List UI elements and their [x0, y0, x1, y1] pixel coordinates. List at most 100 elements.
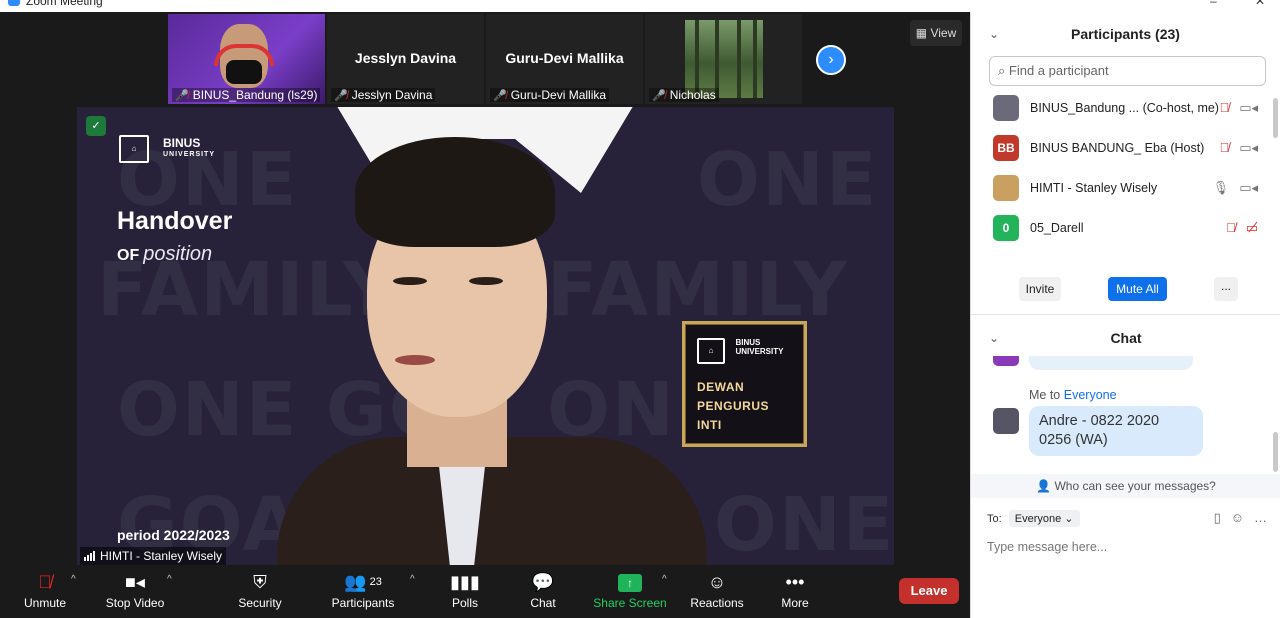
thumbnail-label: 🎤̸ Jesslyn Davina: [331, 88, 436, 102]
avatar: [993, 408, 1019, 434]
collapse-chevron-icon[interactable]: ⌄: [989, 316, 999, 360]
participant-thumbnail[interactable]: 🎤̸ Nicholas: [645, 14, 802, 104]
participant-row[interactable]: BINUS_Bandung ... (Co-host, me) 🎙̸ ▭◂: [971, 88, 1280, 128]
participants-count: 23: [369, 576, 382, 588]
chat-button[interactable]: 💬 Chat: [498, 568, 588, 610]
participant-actions: Invite Mute All ...: [971, 277, 1280, 307]
mic-muted-icon: 🎙̸: [38, 572, 52, 592]
next-page-button[interactable]: ›: [816, 45, 846, 75]
file-icon[interactable]: ▯: [1214, 510, 1221, 526]
speaker-eye: [393, 277, 427, 285]
mic-on-icon: 🎙: [1212, 180, 1230, 195]
participants-icon: 👥 23: [344, 572, 382, 592]
more-dots-icon: •••: [785, 572, 805, 592]
leave-button[interactable]: Leave: [899, 578, 959, 604]
chat-message: Andre - 0822 2020 0256 (WA): [1029, 406, 1203, 456]
background-text: ONE: [697, 137, 879, 223]
dewan-pengurus-inti-card: ⌂ BINUS UNIVERSITY DEWAN PENGURUS INTI: [682, 321, 807, 447]
unmute-button[interactable]: 🎙̸ Unmute: [0, 568, 90, 610]
more-button[interactable]: ••• More: [750, 568, 840, 610]
mic-muted-icon: 🎙̸: [1225, 220, 1236, 235]
thumbnail-label: 🎤̸ Nicholas: [649, 88, 719, 102]
thumbnail-strip: 🎤̸ BINUS_Bandung (ls29) Jesslyn Davina 🎤…: [168, 14, 802, 104]
recipient-dropdown[interactable]: Everyone ⌄: [1008, 510, 1080, 527]
participants-title: Participants (23): [1071, 26, 1180, 42]
divider: [971, 314, 1280, 315]
participant-name: HIMTI - Stanley Wisely: [1030, 181, 1158, 195]
reactions-button[interactable]: ☺ Reactions: [672, 568, 762, 610]
speaker-hair: [355, 137, 555, 247]
video-camera-icon: ▭◂: [1239, 180, 1258, 195]
card-line: DEWAN: [697, 380, 745, 394]
participant-row[interactable]: BB BINUS BANDUNG_ Eba (Host) 🎙̸ ▭◂: [971, 128, 1280, 168]
chat-scrollbar[interactable]: [1273, 432, 1278, 472]
grid-view-icon: ▦: [915, 26, 928, 40]
polls-button[interactable]: ▮▮▮ Polls: [420, 568, 510, 610]
avatar: BB: [993, 135, 1019, 161]
participant-thumbnail[interactable]: 🎤̸ BINUS_Bandung (ls29): [168, 14, 325, 104]
recipient-row: To: Everyone ⌄ ▯ ☺ …: [987, 510, 1267, 527]
speaker-name: HIMTI - Stanley Wisely: [100, 549, 223, 563]
participants-more-button[interactable]: ...: [1214, 277, 1238, 301]
search-icon: ⌕: [998, 63, 1006, 78]
collapse-chevron-icon[interactable]: ⌄: [989, 12, 999, 56]
meeting-stage: 🎤̸ BINUS_Bandung (ls29) Jesslyn Davina 🎤…: [0, 12, 970, 618]
video-options-caret[interactable]: ^: [167, 574, 172, 585]
emoji-icon[interactable]: ☺: [1231, 510, 1244, 526]
participants-button[interactable]: 👥 23 Participants: [318, 568, 408, 610]
avatar: 0: [993, 215, 1019, 241]
title-bar: Zoom Meeting – ✕: [0, 0, 1280, 12]
participants-scrollbar[interactable]: [1273, 98, 1278, 138]
shield-icon: ⛨: [253, 572, 267, 592]
search-placeholder: Find a participant: [1008, 63, 1109, 78]
participants-options-caret[interactable]: ^: [410, 574, 415, 585]
period-text: period 2022/2023: [117, 527, 230, 543]
participant-status-icons: 🎙 ▭◂: [1213, 180, 1258, 196]
who-can-see-label: Who can see your messages?: [1054, 479, 1216, 493]
share-screen-label: Share Screen: [593, 596, 667, 610]
message-meta: Me to Everyone: [1029, 388, 1117, 402]
audio-options-caret[interactable]: ^: [71, 574, 76, 585]
participant-thumbnail[interactable]: Guru-Devi Mallika 🎤̸ Guru-Devi Mallika: [486, 14, 643, 104]
participant-row[interactable]: 0 05_Darell 🎙̸ ▭̸: [971, 208, 1280, 248]
participant-search-input[interactable]: ⌕ Find a participant: [989, 56, 1266, 86]
himti-logo: ⌂: [119, 135, 149, 163]
mic-muted-icon: 🎤̸: [652, 89, 666, 102]
card-line: INTI: [697, 418, 722, 432]
share-options-caret[interactable]: ^: [662, 574, 667, 585]
polls-label: Polls: [451, 596, 478, 610]
chevron-right-icon: ›: [828, 51, 834, 68]
participant-display-name: Guru-Devi Mallika: [505, 50, 624, 66]
binus-logo-text: BINUS: [163, 136, 201, 150]
participant-row[interactable]: HIMTI - Stanley Wisely 🎙 ▭◂: [971, 168, 1280, 208]
invite-button[interactable]: Invite: [1019, 277, 1061, 301]
close-button[interactable]: ✕: [1255, 0, 1265, 8]
subheading-position: position: [143, 243, 213, 265]
participant-video: [685, 20, 763, 98]
who-can-see-link[interactable]: 👤 Who can see your messages?: [971, 474, 1280, 498]
chat-tools: ▯ ☺ …: [1214, 510, 1267, 526]
participant-name: BINUS BANDUNG_ Eba (Host): [1030, 141, 1205, 155]
encryption-shield-icon: ✓: [86, 116, 106, 136]
security-button[interactable]: ⛨ Security: [215, 568, 305, 610]
thumbnail-label: 🎤̸ Guru-Devi Mallika: [490, 88, 610, 102]
mute-all-button[interactable]: Mute All: [1108, 277, 1167, 301]
share-screen-icon: ↑: [618, 574, 642, 593]
view-button[interactable]: ▦ View: [910, 20, 962, 46]
chat-bubble-icon: 💬: [531, 572, 555, 592]
participant-thumbnail[interactable]: Jesslyn Davina 🎤̸ Jesslyn Davina: [327, 14, 484, 104]
minimize-button[interactable]: –: [1210, 0, 1217, 8]
signal-bars-icon: [84, 551, 95, 561]
unmute-label: Unmute: [23, 596, 67, 610]
card-title: DEWAN PENGURUS INTI: [697, 378, 792, 435]
view-label: View: [930, 26, 957, 40]
stop-video-label: Stop Video: [105, 596, 165, 610]
more-dots-icon[interactable]: …: [1254, 510, 1267, 526]
message-recipient[interactable]: Everyone: [1064, 388, 1117, 402]
subheading-of: OF: [117, 247, 140, 264]
slide-heading: Handover: [117, 207, 233, 235]
reactions-label: Reactions: [690, 596, 744, 610]
chat-message-input[interactable]: Type message here...: [987, 540, 1107, 554]
security-label: Security: [238, 596, 282, 610]
participant-name: 05_Darell: [1030, 221, 1084, 235]
